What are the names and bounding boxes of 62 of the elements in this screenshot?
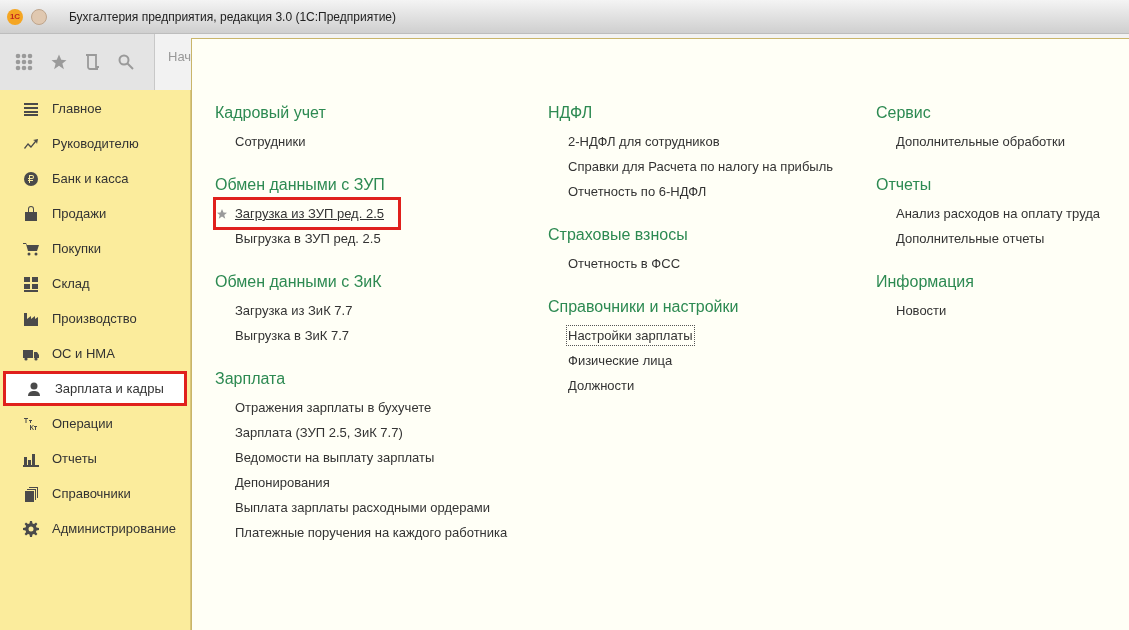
sidebar-item[interactable]: Покупки (0, 231, 190, 266)
sidebar-item[interactable]: Производство (0, 301, 190, 336)
menu-link[interactable]: Отчетность по 6-НДФЛ (567, 181, 708, 202)
sidebar-item[interactable]: Склад (0, 266, 190, 301)
group-heading: Страховые взносы (548, 225, 689, 245)
window-menu-button[interactable] (31, 8, 47, 25)
menu-link[interactable]: Ведомости на выплату зарплаты (234, 447, 436, 468)
scroll-icon[interactable] (85, 53, 101, 71)
menu-link[interactable]: Выплата зарплаты расходными ордерами (234, 497, 491, 518)
menu-link[interactable]: Дополнительные обработки (895, 131, 1066, 152)
window-title: Бухгалтерия предприятия, редакция 3.0 (1С:Предприятие) (69, 8, 397, 26)
factory-icon (23, 310, 39, 327)
debit-credit-icon (23, 415, 39, 432)
sidebar-item[interactable]: Банк и касса (0, 161, 190, 196)
menu-link[interactable]: Загрузка из ЗУП ред. 2.5 (234, 203, 385, 224)
menu-link[interactable]: Физические лица (567, 350, 674, 371)
menu-link[interactable]: Загрузка из ЗиК 7.7 (234, 300, 354, 321)
stacked-pages-icon (23, 485, 39, 502)
group-heading: Отчеты (876, 175, 933, 195)
sidebar-item[interactable]: ОС и НМА (0, 336, 190, 371)
menu-link[interactable]: Депонирования (234, 472, 331, 493)
gear-icon (23, 520, 39, 537)
group-heading: Зарплата (215, 369, 287, 389)
menu-link[interactable]: Должности (567, 375, 636, 396)
menu-link[interactable]: Дополнительные отчеты (895, 228, 1046, 249)
menu-link[interactable]: Справки для Расчета по налогу на прибыль (567, 156, 835, 177)
group-heading: Справочники и настройки (548, 297, 740, 317)
menu-link[interactable]: Настройки зарплаты (567, 325, 694, 346)
menu-link[interactable]: Отражения зарплаты в бухучете (234, 397, 433, 418)
app-logo: 1С (7, 8, 23, 25)
grid-icon (23, 275, 39, 292)
group-heading: Информация (876, 272, 975, 292)
menu-link[interactable]: Выгрузка в ЗУП ред. 2.5 (234, 228, 382, 249)
person-icon (26, 380, 42, 397)
sidebar-item[interactable]: Справочники (0, 476, 190, 511)
menu-icon (23, 100, 39, 117)
sidebar-item[interactable]: Главное (0, 91, 190, 126)
apps-grid-icon[interactable] (15, 53, 33, 71)
star-icon[interactable] (50, 53, 68, 71)
menu-link[interactable]: 2-НДФЛ для сотрудников (567, 131, 721, 152)
menu-link[interactable]: Выгрузка в ЗиК 7.7 (234, 325, 350, 346)
sidebar-item[interactable]: Операции (0, 406, 190, 441)
sidebar-item[interactable]: Зарплата и кадры (3, 371, 187, 406)
search-icon[interactable] (118, 54, 134, 70)
cart-icon (23, 240, 39, 257)
sidebar-item[interactable]: Администрирование (0, 511, 190, 546)
group-heading: НДФЛ (548, 103, 594, 123)
menu-link[interactable]: Зарплата (ЗУП 2.5, ЗиК 7.7) (234, 422, 404, 443)
menu-link[interactable]: Отчетность в ФСС (567, 253, 682, 274)
group-heading: Обмен данными с ЗиК (215, 272, 383, 292)
menu-link[interactable]: Платежные поручения на каждого работника (234, 522, 509, 543)
menu-link[interactable]: Анализ расходов на оплату труда (895, 203, 1102, 224)
group-heading: Обмен данными с ЗУП (215, 175, 386, 195)
group-heading: Кадровый учет (215, 103, 327, 123)
group-heading: Сервис (876, 103, 932, 123)
sidebar-item[interactable]: Руководителю (0, 126, 190, 161)
menu-link[interactable]: Сотрудники (234, 131, 307, 152)
menu-link[interactable]: Новости (895, 300, 948, 321)
ruble-coin-icon (23, 170, 39, 187)
sidebar-item[interactable]: Отчеты (0, 441, 190, 476)
shopping-bag-icon (23, 205, 39, 222)
sidebar-item[interactable]: Продажи (0, 196, 190, 231)
